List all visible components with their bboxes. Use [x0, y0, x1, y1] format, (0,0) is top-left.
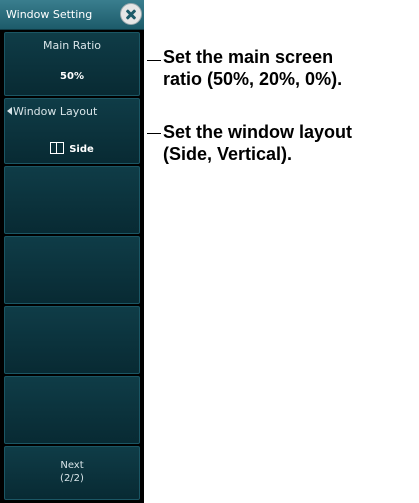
window-layout-value-row: Side — [5, 137, 139, 156]
callout-main-ratio-line1: Set the main screen — [163, 47, 334, 67]
soft-key-6[interactable] — [4, 376, 140, 444]
split-window-icon — [50, 142, 65, 154]
page-indicator: (2/2) — [60, 473, 84, 484]
main-ratio-label: Main Ratio — [43, 39, 101, 52]
callout-window-layout-line1: Set the window layout — [163, 122, 353, 142]
callout-line-window-layout — [147, 133, 161, 134]
close-icon[interactable] — [120, 3, 142, 25]
callout-main-ratio: Set the main screen ratio (50%, 20%, 0%)… — [163, 46, 342, 90]
next-page-label: Next (2/2) — [5, 459, 139, 485]
menu-title-bar: Window Setting — [0, 0, 144, 30]
callout-line-main-ratio — [147, 60, 161, 61]
soft-key-4[interactable] — [4, 236, 140, 304]
window-layout-value: Side — [69, 144, 94, 155]
callout-window-layout: Set the window layout (Side, Vertical). — [163, 121, 352, 165]
callout-main-ratio-line2: ratio (50%, 20%, 0%). — [163, 69, 343, 89]
soft-key-3[interactable] — [4, 166, 140, 234]
callout-window-layout-line2: (Side, Vertical). — [163, 144, 293, 164]
next-label: Next — [60, 460, 84, 471]
window-layout-label: Window Layout — [13, 105, 98, 118]
next-page-key[interactable]: Next (2/2) — [4, 446, 140, 500]
main-ratio-value: 50% — [60, 71, 84, 82]
main-ratio-key[interactable]: Main Ratio 50% — [4, 32, 140, 96]
window-setting-menu: Window Setting Main Ratio 50% Window Lay… — [0, 0, 144, 503]
soft-key-5[interactable] — [4, 306, 140, 374]
window-layout-label-row: Window Layout — [7, 105, 139, 118]
window-layout-key[interactable]: Window Layout Side — [4, 98, 140, 164]
triangle-left-icon — [7, 107, 12, 115]
menu-title: Window Setting — [6, 8, 93, 21]
